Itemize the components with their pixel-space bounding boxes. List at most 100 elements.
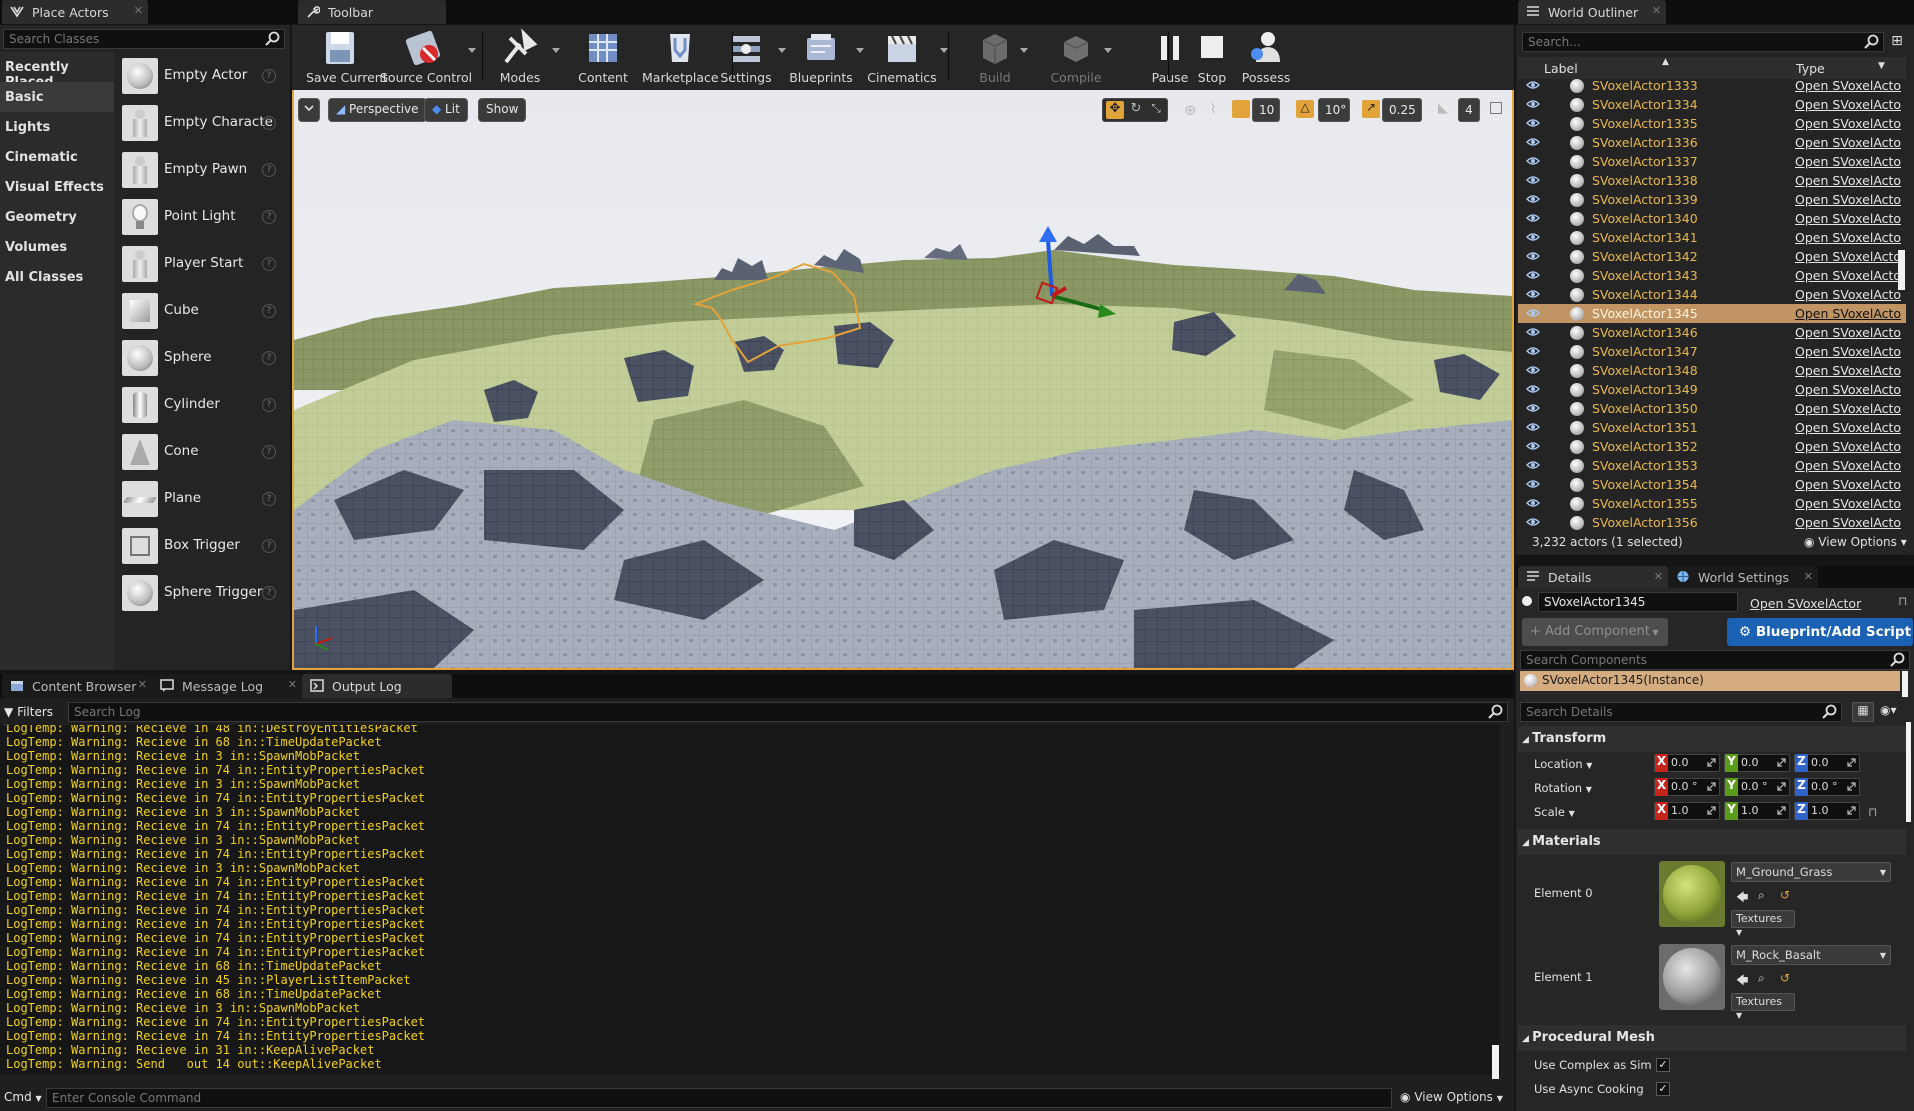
visibility-eye-icon[interactable]	[1526, 460, 1540, 470]
visibility-eye-icon[interactable]	[1526, 517, 1540, 527]
help-icon[interactable]: ?	[262, 210, 276, 224]
use-selected-icon[interactable]: 🡄	[1736, 971, 1748, 992]
grid-snap-value[interactable]: 10	[1252, 98, 1280, 122]
chevron-down-icon[interactable]	[552, 48, 560, 53]
actor-item[interactable]: Point Light?	[118, 194, 286, 241]
outliner-row[interactable]: SVoxelActor1353 Open SVoxelActo	[1518, 456, 1906, 475]
log-scrollbar-thumb[interactable]	[1492, 1045, 1499, 1079]
outliner-row[interactable]: SVoxelActor1335 Open SVoxelActo	[1518, 114, 1906, 133]
close-icon[interactable]: ✕	[1652, 4, 1661, 17]
actor-item[interactable]: Cylinder?	[118, 382, 286, 429]
outliner-row-type-link[interactable]: Open SVoxelActo	[1795, 344, 1901, 359]
tab-world-outliner[interactable]: World Outliner ✕	[1518, 0, 1666, 24]
show-button[interactable]: Show	[478, 98, 527, 122]
toolbar-build-button[interactable]: Build	[972, 26, 1028, 86]
spinner-icon[interactable]	[1777, 806, 1786, 815]
toolbar-source-control-button[interactable]: Source Control	[380, 26, 476, 86]
chevron-down-icon[interactable]	[940, 48, 948, 53]
actor-item[interactable]: Plane?	[118, 476, 286, 523]
outliner-row-type-link[interactable]: Open SVoxelActo	[1795, 515, 1901, 530]
textures-dropdown-1[interactable]: Textures ▼	[1731, 993, 1795, 1020]
category-item[interactable]: Cinematic	[0, 142, 114, 172]
spinner-icon[interactable]	[1707, 758, 1716, 767]
rot-z-field[interactable]: Z 0.0 °	[1794, 778, 1860, 796]
chevron-down-icon[interactable]	[856, 48, 864, 53]
toolbar-cinematics-button[interactable]: Cinematics	[866, 26, 948, 86]
location-label[interactable]: Location ▼	[1534, 757, 1592, 771]
rotation-label[interactable]: Rotation ▼	[1534, 781, 1592, 795]
help-icon[interactable]: ?	[262, 351, 276, 365]
category-item[interactable]: Lights	[0, 112, 114, 142]
category-item[interactable]: Visual Effects	[0, 172, 114, 202]
outliner-row-type-link[interactable]: Open SVoxelActo	[1795, 230, 1901, 245]
toolbar-compile-button[interactable]: Compile	[1050, 26, 1112, 86]
spinner-icon[interactable]	[1847, 758, 1856, 767]
actor-item[interactable]: Player Start?	[118, 241, 286, 288]
outliner-row-type-link[interactable]: Open SVoxelActo	[1795, 135, 1901, 150]
visibility-eye-icon[interactable]	[1526, 403, 1540, 413]
close-icon[interactable]: ✕	[288, 678, 297, 691]
outliner-row[interactable]: SVoxelActor1347 Open SVoxelActo	[1518, 342, 1906, 361]
chevron-down-icon[interactable]	[1104, 48, 1112, 53]
actor-item[interactable]: Empty Pawn?	[118, 147, 286, 194]
procedural-mesh-section[interactable]: ◢ Procedural Mesh	[1518, 1025, 1906, 1051]
transform-section[interactable]: ◢ Transform	[1518, 726, 1906, 752]
outliner-row-type-link[interactable]: Open SVoxelActo	[1795, 268, 1901, 283]
actor-item[interactable]: Sphere?	[118, 335, 286, 382]
visibility-eye-icon[interactable]	[1526, 137, 1540, 147]
visibility-eye-icon[interactable]	[1526, 365, 1540, 375]
toolbar-settings-button[interactable]: Settings	[716, 26, 786, 86]
category-item[interactable]: All Classes	[0, 262, 114, 292]
outliner-row[interactable]: SVoxelActor1354 Open SVoxelActo	[1518, 475, 1906, 494]
camera-speed-value[interactable]: 4	[1458, 98, 1480, 122]
outliner-row-type-link[interactable]: Open SVoxelActo	[1795, 97, 1901, 112]
outliner-search-input[interactable]: Search...	[1522, 32, 1884, 52]
help-icon[interactable]: ?	[262, 257, 276, 271]
help-icon[interactable]: ?	[262, 398, 276, 412]
visibility-eye-icon[interactable]	[1526, 175, 1540, 185]
outliner-row-type-link[interactable]: Open SVoxelActo	[1795, 458, 1901, 473]
rotation-snap-icon[interactable]: △	[1296, 100, 1314, 118]
tab-place-actors[interactable]: Place Actors ✕	[2, 0, 148, 24]
spinner-icon[interactable]	[1707, 806, 1716, 815]
spinner-icon[interactable]	[1847, 782, 1856, 791]
outliner-row[interactable]: SVoxelActor1342 Open SVoxelActo	[1518, 247, 1906, 266]
spinner-icon[interactable]	[1707, 782, 1716, 791]
level-viewport[interactable]	[292, 90, 1514, 670]
spinner-icon[interactable]	[1777, 782, 1786, 791]
rot-y-field[interactable]: Y 0.0 °	[1724, 778, 1790, 796]
scale-icon[interactable]: ⤡	[1147, 101, 1165, 119]
chevron-down-icon[interactable]	[468, 48, 476, 53]
perspective-button[interactable]: ◢ Perspective	[328, 98, 427, 122]
toolbar-stop-button[interactable]: Stop	[1192, 26, 1232, 86]
outliner-row-type-link[interactable]: Open SVoxelActo	[1795, 439, 1901, 454]
help-icon[interactable]: ?	[262, 163, 276, 177]
open-actor-link[interactable]: Open SVoxelActor	[1750, 596, 1861, 611]
outliner-row-type-link[interactable]: Open SVoxelActo	[1795, 249, 1901, 264]
visibility-eye-icon[interactable]	[1526, 156, 1540, 166]
outliner-row-type-link[interactable]: Open SVoxelActo	[1795, 173, 1901, 188]
visibility-eye-icon[interactable]	[1526, 308, 1540, 318]
actor-item[interactable]: Cube?	[118, 288, 286, 335]
outliner-row-type-link[interactable]: Open SVoxelActo	[1795, 325, 1901, 340]
visibility-eye-icon[interactable]	[1526, 498, 1540, 508]
actor-item[interactable]: Empty Character?	[118, 100, 286, 147]
toolbar-content-button[interactable]: Content	[578, 26, 628, 86]
visibility-eye-icon[interactable]	[1526, 479, 1540, 489]
visibility-eye-icon[interactable]	[1526, 251, 1540, 261]
scale-snap-icon[interactable]: ↗	[1362, 100, 1380, 118]
console-command-input[interactable]: Enter Console Command	[46, 1088, 1392, 1108]
outliner-row-type-link[interactable]: Open SVoxelActo	[1795, 78, 1901, 93]
filters-button[interactable]: ▼ Filters ▼	[4, 702, 62, 732]
actor-item[interactable]: Empty Actor?	[118, 53, 286, 100]
scl-y-field[interactable]: Y 1.0	[1724, 802, 1790, 820]
help-icon[interactable]: ?	[262, 492, 276, 506]
materials-section[interactable]: ◢ Materials	[1518, 829, 1906, 855]
outliner-row-type-link[interactable]: Open SVoxelActo	[1795, 306, 1901, 321]
chevron-down-icon[interactable]	[778, 48, 786, 53]
outliner-row-type-link[interactable]: Open SVoxelActo	[1795, 401, 1901, 416]
close-icon[interactable]: ✕	[134, 4, 143, 17]
search-details-input[interactable]: Search Details	[1520, 702, 1842, 722]
search-classes-input[interactable]: Search Classes	[3, 29, 285, 49]
outliner-row[interactable]: SVoxelActor1344 Open SVoxelActo	[1518, 285, 1906, 304]
